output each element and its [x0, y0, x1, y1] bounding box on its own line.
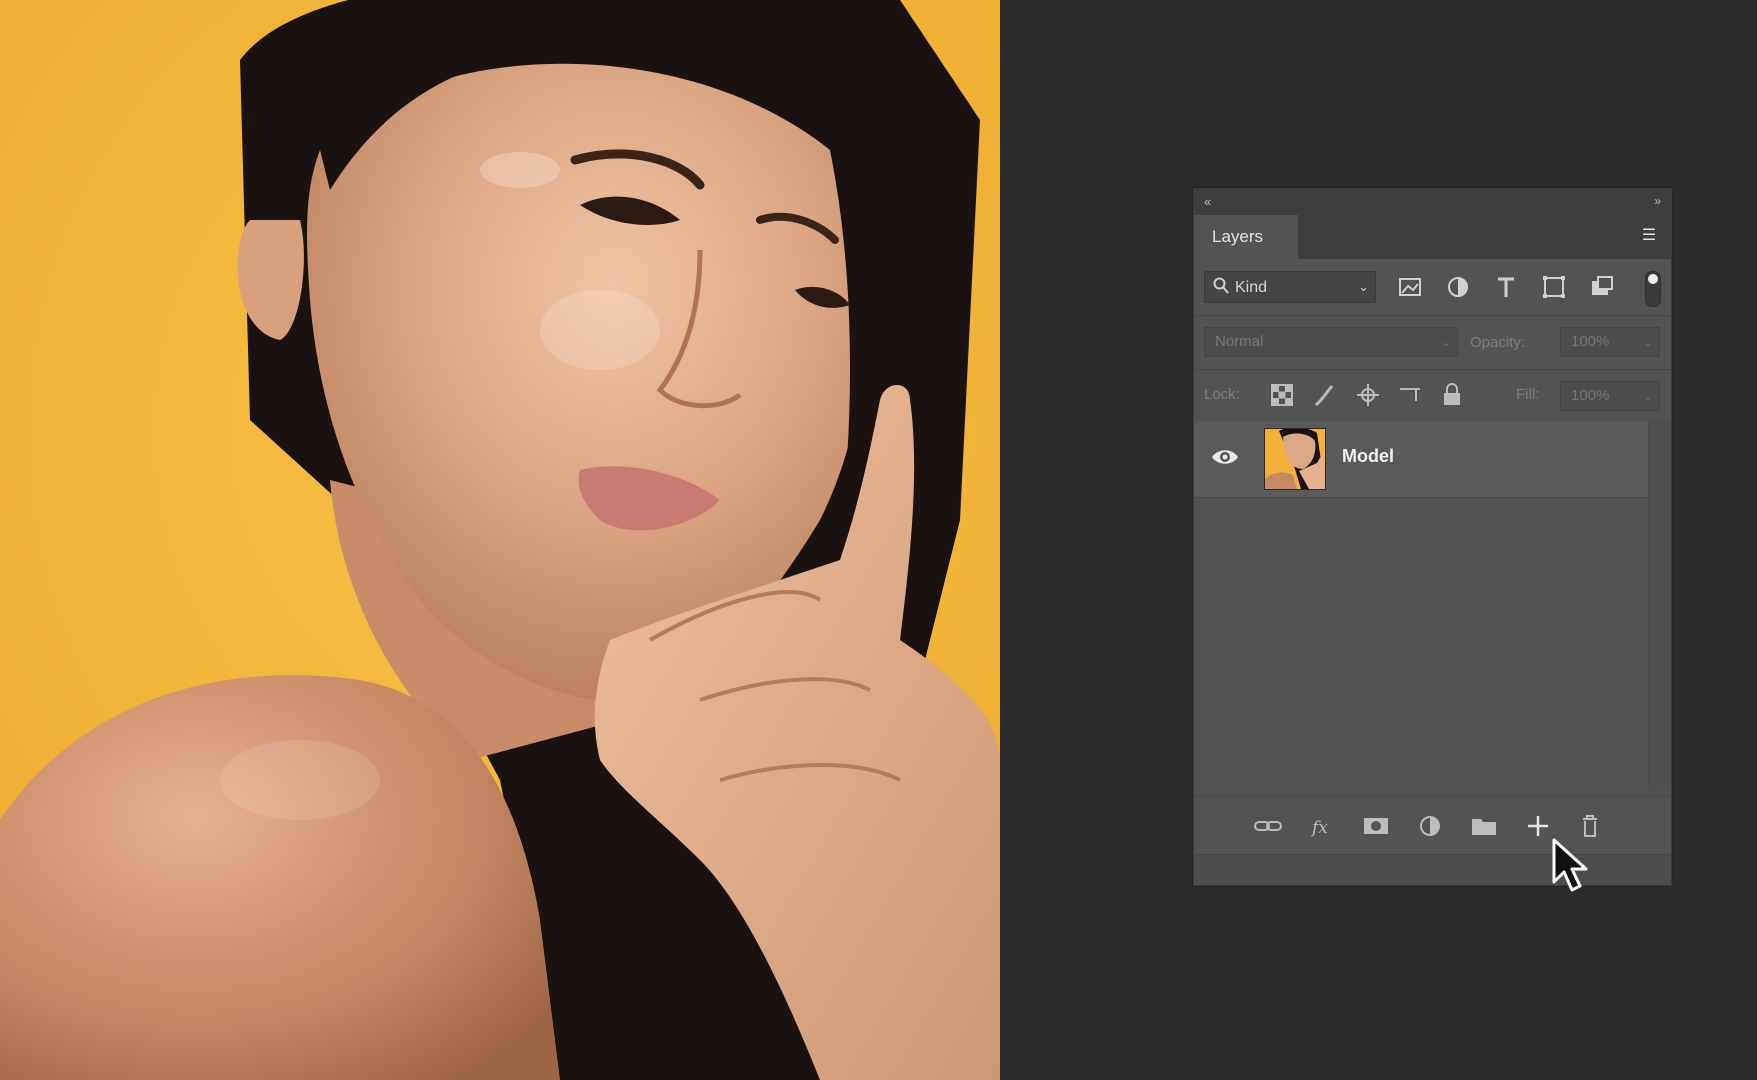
chevron-down-icon: ⌄: [1642, 335, 1653, 349]
adjustment-layer-filter-icon[interactable]: [1442, 271, 1474, 303]
filter-kind-label: Kind: [1235, 279, 1268, 296]
lock-position-icon[interactable]: [1354, 381, 1382, 409]
portrait-photo: [0, 0, 1000, 1080]
layers-panel: « » Layers ☰ Kind ⌄ Normal ⌄ Opacity: 10…: [1193, 188, 1672, 886]
add-mask-icon[interactable]: [1360, 810, 1392, 842]
panel-resize-strip[interactable]: [1194, 854, 1671, 885]
layer-actions-toolbar: fx: [1194, 795, 1671, 856]
panel-bottom-bar: fx: [1194, 795, 1671, 885]
pixel-layer-filter-icon[interactable]: [1394, 271, 1426, 303]
chevron-down-icon: ⌄: [1358, 279, 1369, 294]
blend-mode-select[interactable]: Normal ⌄: [1204, 327, 1458, 357]
chevron-down-icon: ⌄: [1440, 335, 1451, 349]
expand-icon[interactable]: »: [1654, 194, 1661, 208]
shape-layer-filter-icon[interactable]: [1538, 271, 1570, 303]
type-layer-filter-icon[interactable]: [1490, 271, 1522, 303]
blend-row: Normal ⌄ Opacity: 100% ⌄: [1194, 315, 1671, 370]
lock-transparent-pixels-icon[interactable]: [1268, 381, 1296, 409]
filter-row: Kind ⌄: [1194, 259, 1671, 316]
fill-value: 100%: [1571, 387, 1610, 404]
fill-label: Fill:: [1516, 386, 1540, 403]
new-layer-icon[interactable]: [1522, 810, 1554, 842]
panel-header-bar[interactable]: « »: [1194, 189, 1671, 215]
layers-list: Model: [1194, 421, 1650, 1009]
collapse-icon[interactable]: «: [1204, 194, 1211, 209]
opacity-field[interactable]: 100% ⌄: [1560, 327, 1660, 357]
layer-name[interactable]: Model: [1342, 446, 1394, 467]
search-icon: [1213, 277, 1229, 300]
new-adjustment-layer-icon[interactable]: [1414, 810, 1446, 842]
panel-tab-bar: Layers ☰: [1194, 215, 1671, 259]
blend-mode-value: Normal: [1215, 333, 1264, 350]
tab-layers[interactable]: Layers: [1194, 215, 1298, 259]
svg-text:fx: fx: [1310, 818, 1328, 838]
new-group-folder-icon[interactable]: [1468, 810, 1500, 842]
eye-icon[interactable]: [1210, 447, 1240, 467]
layer-style-fx-icon[interactable]: fx: [1306, 810, 1338, 842]
link-layers-icon[interactable]: [1252, 810, 1284, 842]
layer-thumbnail[interactable]: [1264, 428, 1326, 490]
filter-kind-select[interactable]: Kind ⌄: [1204, 271, 1376, 303]
chevron-down-icon: ⌄: [1642, 389, 1653, 403]
lock-label: Lock:: [1204, 386, 1240, 403]
fill-field[interactable]: 100% ⌄: [1560, 381, 1660, 411]
document-canvas[interactable]: [0, 0, 1000, 1080]
lock-row: Lock: Fill: 100% ⌄: [1194, 369, 1671, 422]
layer-row[interactable]: Model: [1194, 421, 1650, 498]
lock-artboard-icon[interactable]: [1396, 381, 1424, 409]
mouse-cursor-icon: [1552, 838, 1592, 898]
opacity-value: 100%: [1571, 333, 1610, 350]
smart-object-filter-icon[interactable]: [1586, 271, 1618, 303]
filter-toggle-switch[interactable]: [1645, 271, 1661, 307]
opacity-label: Opacity:: [1470, 334, 1526, 351]
lock-all-icon[interactable]: [1438, 381, 1466, 409]
layers-scrollbar[interactable]: [1648, 421, 1671, 791]
panel-menu-icon[interactable]: ☰: [1639, 228, 1659, 244]
lock-image-pixels-icon[interactable]: [1310, 381, 1338, 409]
